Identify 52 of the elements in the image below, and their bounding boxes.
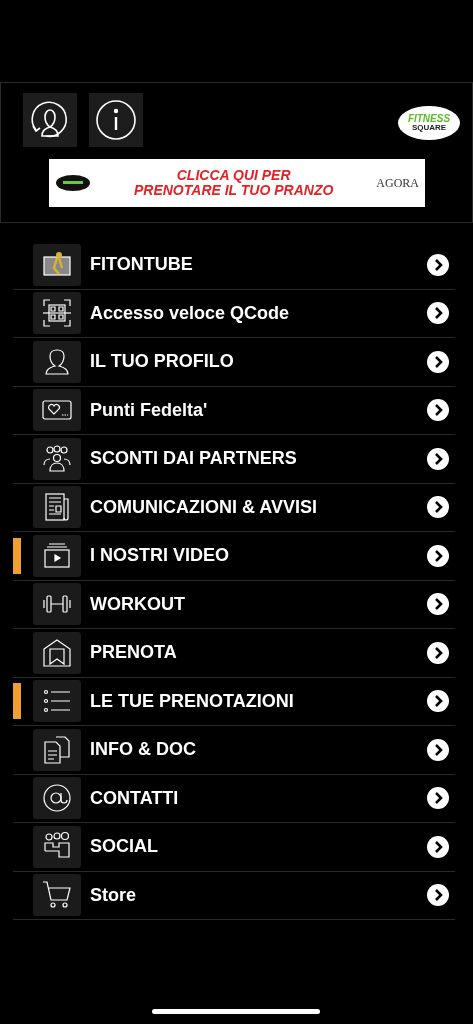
menu-item[interactable]: WORKOUT (13, 580, 455, 629)
profile-switch-icon[interactable] (23, 93, 77, 147)
chevron-right-icon (426, 349, 450, 374)
fitness-logo-icon (55, 174, 91, 192)
chevron-right-icon (426, 446, 450, 471)
menu-label: COMUNICAZIONI & AVVISI (90, 496, 318, 518)
menu-item[interactable]: I NOSTRI VIDEO (13, 532, 455, 581)
chevron-right-icon (426, 786, 450, 811)
documents-icon (41, 733, 73, 766)
chevron-right-icon (426, 495, 450, 520)
menu-label: Store (90, 884, 137, 906)
chevron-right-icon (426, 398, 450, 423)
menu-label: FITONTUBE (90, 254, 194, 276)
partner-logo: AGORA (376, 175, 419, 191)
menu-label: SCONTI DAI PARTNERS (90, 448, 298, 470)
group-icon (41, 442, 73, 475)
menu-item[interactable]: SOCIAL (13, 823, 455, 872)
menu-item[interactable]: FITONTUBE (13, 241, 455, 290)
at-sign-icon (41, 782, 73, 815)
fitness-logo: FITNESS SQUARE (398, 106, 460, 140)
menu-label: PRENOTA (90, 642, 178, 664)
chevron-right-icon (426, 834, 450, 859)
qr-code-icon (41, 297, 73, 330)
menu-label: I NOSTRI VIDEO (90, 545, 231, 567)
menu-label: Accesso veloce QCode (90, 302, 291, 324)
menu-label: CONTATTI (90, 787, 180, 809)
menu-item[interactable]: Accesso veloce QCode (13, 289, 455, 338)
menu-item[interactable]: LE TUE PRENOTAZIONI (13, 677, 455, 726)
chevron-right-icon (426, 689, 450, 714)
menu-item[interactable]: INFO & DOC (13, 726, 455, 775)
menu-label: LE TUE PRENOTAZIONI (90, 690, 295, 712)
menu-label: SOCIAL (90, 836, 159, 858)
menu-item[interactable]: PRENOTA (13, 629, 455, 678)
chevron-right-icon (426, 543, 450, 568)
menu-item[interactable]: COMUNICAZIONI & AVVISI (13, 483, 455, 532)
menu-item[interactable]: Store (13, 871, 455, 920)
chevron-right-icon (426, 640, 450, 665)
menu-label: Punti Fedelta' (90, 399, 209, 421)
menu-item[interactable]: CONTATTI (13, 774, 455, 823)
chevron-right-icon (426, 883, 450, 908)
menu-item[interactable]: IL TUO PROFILO (13, 338, 455, 387)
menu-item[interactable]: Punti Fedelta' (13, 386, 455, 435)
chevron-right-icon (426, 252, 450, 277)
chevron-right-icon (426, 301, 450, 326)
chevron-right-icon (426, 592, 450, 617)
menu-label: INFO & DOC (90, 739, 197, 761)
menu-item[interactable]: SCONTI DAI PARTNERS (13, 435, 455, 484)
info-icon[interactable] (89, 93, 143, 147)
chevron-right-icon (426, 737, 450, 762)
menu-label: IL TUO PROFILO (90, 351, 235, 373)
lunch-banner[interactable]: CLICCA QUI PER PRENOTARE IL TUO PRANZO AGORA (49, 159, 425, 207)
menu-label: WORKOUT (90, 593, 186, 615)
